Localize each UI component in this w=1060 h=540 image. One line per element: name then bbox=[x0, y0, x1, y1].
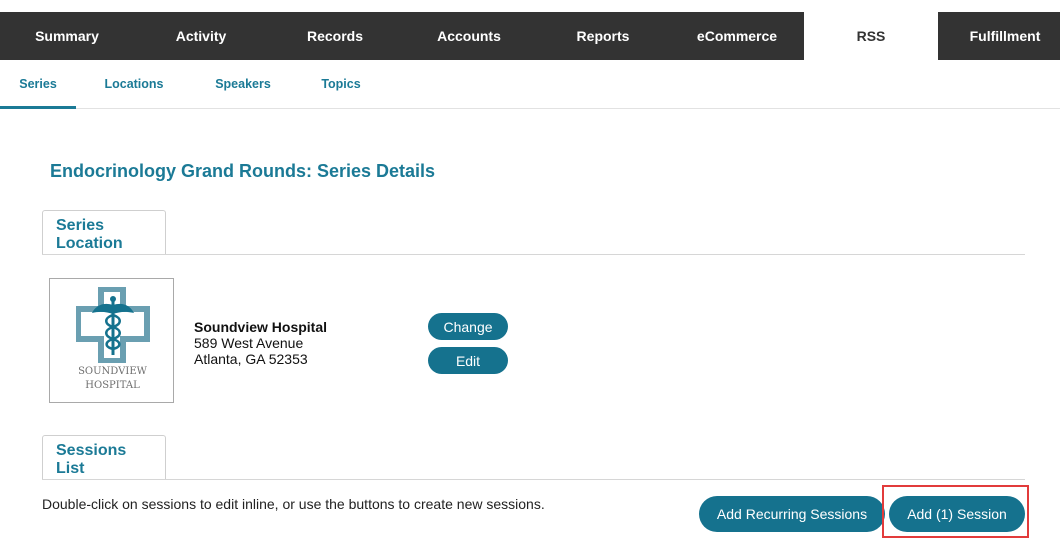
series-location-tab: Series Location bbox=[42, 210, 166, 254]
location-city: Atlanta, GA 52353 bbox=[194, 351, 308, 367]
sessions-list-tab: Sessions List bbox=[42, 435, 166, 479]
tab-fulfillment[interactable]: Fulfillment bbox=[938, 12, 1060, 60]
tab-ecommerce[interactable]: eCommerce bbox=[670, 12, 804, 60]
subtab-topics[interactable]: Topics bbox=[312, 60, 370, 108]
subtab-locations[interactable]: Locations bbox=[96, 60, 172, 108]
location-street: 589 West Avenue bbox=[194, 335, 304, 351]
tab-reports[interactable]: Reports bbox=[536, 12, 670, 60]
logo-text-line1: SOUNDVIEW bbox=[78, 366, 147, 377]
top-nav: Summary Activity Records Accounts Report… bbox=[0, 12, 1060, 60]
logo-text: SOUNDVIEW HOSPITAL bbox=[50, 365, 175, 393]
logo-text-line2: HOSPITAL bbox=[85, 380, 140, 391]
sessions-list-tab-label: Sessions List bbox=[56, 442, 127, 477]
sessions-instructions: Double-click on sessions to edit inline,… bbox=[42, 496, 545, 512]
sub-nav: Series Locations Speakers Topics bbox=[0, 60, 1060, 109]
subtab-series[interactable]: Series bbox=[0, 60, 76, 109]
medical-cross-caduceus-logo-icon bbox=[76, 287, 150, 363]
location-name: Soundview Hospital bbox=[194, 319, 328, 335]
tab-activity[interactable]: Activity bbox=[134, 12, 268, 60]
tab-summary[interactable]: Summary bbox=[0, 12, 134, 60]
tab-accounts[interactable]: Accounts bbox=[402, 12, 536, 60]
location-logo: SOUNDVIEW HOSPITAL bbox=[49, 278, 174, 403]
tab-rss[interactable]: RSS bbox=[804, 12, 938, 60]
edit-location-button[interactable]: Edit bbox=[428, 347, 508, 374]
page-title: Endocrinology Grand Rounds: Series Detai… bbox=[50, 161, 436, 181]
section-divider bbox=[42, 254, 1025, 255]
subtab-speakers[interactable]: Speakers bbox=[207, 60, 279, 108]
tab-records[interactable]: Records bbox=[268, 12, 402, 60]
change-location-button[interactable]: Change bbox=[428, 313, 508, 340]
section-divider bbox=[42, 479, 1025, 480]
add-recurring-sessions-button[interactable]: Add Recurring Sessions bbox=[699, 496, 885, 532]
highlight-box bbox=[882, 485, 1029, 538]
series-location-tab-label: Series Location bbox=[56, 217, 123, 252]
location-address: Soundview Hospital 589 West Avenue Atlan… bbox=[194, 319, 327, 367]
